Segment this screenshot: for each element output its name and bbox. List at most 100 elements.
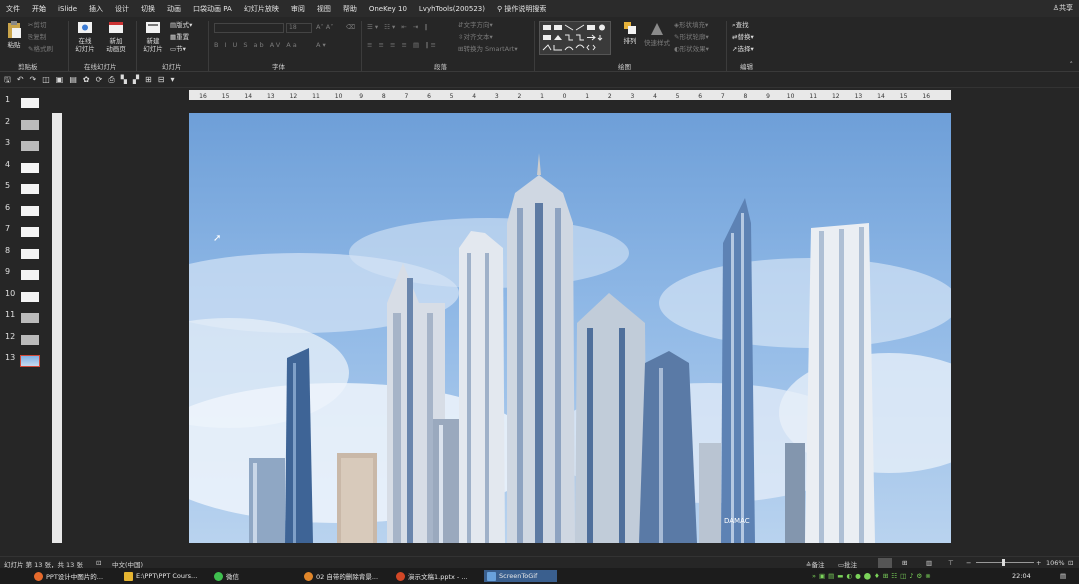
taskbar-item-wechat[interactable]: 微信 <box>214 570 239 582</box>
qat-tool-icon[interactable]: ✿ <box>83 75 96 84</box>
taskbar-item-firefox[interactable]: PPT设计中图片的... <box>34 570 103 582</box>
quick-styles-button[interactable]: 快速样式 <box>644 21 670 47</box>
menu-animations[interactable]: 动画 <box>161 4 187 14</box>
slide-thumbnail[interactable]: 8 <box>3 244 48 264</box>
find-button[interactable]: ⌕查找 <box>732 21 749 29</box>
notification-icon[interactable]: ▤ <box>1060 570 1066 582</box>
menu-home[interactable]: 开始 <box>26 4 52 14</box>
slide-thumbnail[interactable]: 10 <box>3 287 48 307</box>
taskbar-item-powerpoint[interactable]: 演示文稿1.pptx - ... <box>396 570 468 582</box>
slide-thumbnail[interactable]: 13 <box>3 351 48 371</box>
menu-design[interactable]: 设计 <box>109 4 135 14</box>
shape-fill-button[interactable]: ◈形状填充▾ <box>674 21 708 29</box>
slide-thumbnail[interactable]: 6 <box>3 201 48 221</box>
new-slide-button[interactable]: 新建 幻灯片 <box>142 21 164 53</box>
qat-tool-icon[interactable]: ▚ <box>121 75 133 84</box>
replace-button[interactable]: ⇄替换▾ <box>732 33 754 41</box>
select-button[interactable]: ➚选择▾ <box>732 45 754 53</box>
slide-thumbnail[interactable]: 4 <box>3 158 48 178</box>
qat-tool-icon[interactable]: ▤ <box>69 75 83 84</box>
slide-thumbnail[interactable]: 12 <box>3 330 48 350</box>
menu-view[interactable]: 视图 <box>311 4 337 14</box>
redo-icon[interactable]: ↷ <box>30 75 43 84</box>
qat-tool-icon[interactable]: ▞ <box>133 75 145 84</box>
slide-thumbnail[interactable]: 5 <box>3 179 48 199</box>
taskbar-item-explorer[interactable]: E:\PPT\PPT Cours... <box>124 570 197 582</box>
qat-tool-icon[interactable]: ▣ <box>56 75 70 84</box>
taskbar-item-photo[interactable]: 02 自带的删除背景... <box>304 570 378 582</box>
building <box>507 153 575 543</box>
online-slides-button[interactable]: 在线 幻灯片 <box>74 21 96 53</box>
zoom-slider-thumb[interactable] <box>1002 559 1005 566</box>
qat-more-icon[interactable]: ▾ <box>170 75 180 84</box>
status-bar: 幻灯片 第 13 张，共 13 张 ⊡ 中文(中国) ≙备注 ▭批注 ⊞ ▥ ⊤… <box>0 556 1079 569</box>
reset-button[interactable]: ▦重置 <box>170 33 189 41</box>
shape-effects-button[interactable]: ◐形状效果▾ <box>674 45 709 53</box>
menu-help[interactable]: 帮助 <box>337 4 363 14</box>
slide-thumbnail[interactable]: 3 <box>3 136 48 156</box>
reading-view-icon[interactable]: ▥ <box>926 559 932 567</box>
shape-outline-button[interactable]: ✎形状轮廓▾ <box>674 33 709 41</box>
menu-onekey[interactable]: OneKey 10 <box>363 5 413 13</box>
share-button[interactable]: ♙共享 <box>1053 3 1073 13</box>
qat-tool-icon[interactable]: ⎙ <box>108 75 120 84</box>
text-direction-button[interactable]: ⇵文字方向▾ <box>458 21 493 29</box>
qat-tool-icon[interactable]: ⊞ <box>145 75 158 84</box>
taskbar-item-screentogif[interactable]: ScreenToGif <box>484 570 558 582</box>
qat-buttons[interactable]: 🖫↶↷◫▣▤✿⟳⎙▚▞⊞⊟▾ <box>4 76 180 84</box>
shape-gallery[interactable] <box>539 21 611 55</box>
qat-tool-icon[interactable]: ◫ <box>42 75 56 84</box>
smartart-button[interactable]: ⊞转换为 SmartArt▾ <box>458 45 518 53</box>
clock[interactable]: 22:04 <box>1012 570 1031 582</box>
undo-icon[interactable]: ↶ <box>17 75 30 84</box>
collapse-ribbon-icon[interactable]: ˄ <box>1070 61 1074 69</box>
menu-file[interactable]: 文件 <box>0 4 26 14</box>
zoom-out-button[interactable]: − <box>966 559 971 567</box>
accessibility-icon[interactable]: ⊡ <box>96 559 101 567</box>
fit-slide-icon[interactable]: ⊡ <box>1068 559 1073 567</box>
align-buttons[interactable]: ≡ ≡ ≡ ≡ ▤ ‖≡ <box>367 41 438 49</box>
menu-slideshow[interactable]: 幻灯片放映 <box>238 4 285 14</box>
list-buttons[interactable]: ☰▾ ☷▾ ⇤ ⇥ ‖ <box>367 23 430 31</box>
font-name-box[interactable] <box>214 23 284 33</box>
slide-thumbnail[interactable]: 9 <box>3 265 48 285</box>
tell-me-search[interactable]: ⚲ 操作说明搜索 <box>491 4 552 14</box>
save-icon[interactable]: 🖫 <box>4 75 17 84</box>
align-text-button[interactable]: ⇳对齐文本▾ <box>458 33 493 41</box>
qat-tool-icon[interactable]: ⊟ <box>158 75 171 84</box>
copy-button[interactable]: ⎘复制 <box>28 33 46 41</box>
section-button[interactable]: ▭节▾ <box>170 45 186 53</box>
slideshow-icon[interactable]: ⊤ <box>948 559 954 567</box>
paste-button[interactable]: 粘贴 <box>6 21 22 49</box>
slide-canvas[interactable]: DAMAC ➚ <box>189 113 951 543</box>
layout-button[interactable]: ▤版式▾ <box>170 21 192 29</box>
menu-pocket-animation[interactable]: 口袋动画 PA <box>187 4 238 14</box>
slide-thumbnail[interactable]: 7 <box>3 222 48 242</box>
slide-thumbnail[interactable]: 2 <box>3 115 48 135</box>
divider <box>68 21 69 71</box>
zoom-level[interactable]: 106% <box>1046 559 1065 567</box>
font-color-icon[interactable]: A ▾ <box>316 41 326 49</box>
zoom-in-button[interactable]: + <box>1036 559 1041 567</box>
menu-islide[interactable]: iSlide <box>52 5 83 13</box>
menu-transitions[interactable]: 切换 <box>135 4 161 14</box>
slide-sorter-icon[interactable]: ⊞ <box>902 559 907 567</box>
grow-font-icon[interactable]: A˄ A˅ <box>316 23 333 31</box>
slide-thumbnail[interactable]: 11 <box>3 308 48 328</box>
new-anim-page-button[interactable]: 新加 动画页 <box>104 21 128 53</box>
clear-format-icon[interactable]: ⌫ <box>346 23 355 31</box>
format-painter-button[interactable]: ✎格式刷 <box>28 45 53 53</box>
cut-button[interactable]: ✂剪切 <box>28 21 46 29</box>
menu-review[interactable]: 审阅 <box>285 4 311 14</box>
slide-thumbnail[interactable]: 1 <box>3 93 48 113</box>
arrange-button[interactable]: 排列 <box>620 21 640 45</box>
font-size-box[interactable]: 18 <box>286 23 312 33</box>
qat-tool-icon[interactable]: ⟳ <box>96 75 109 84</box>
font-style-buttons[interactable]: B I U S ab AV Aa <box>214 41 299 49</box>
menu-lvyhtools[interactable]: LvyhTools(200523) <box>413 5 491 13</box>
slide-preview <box>21 270 39 280</box>
normal-view-icon[interactable] <box>878 558 892 568</box>
zoom-slider[interactable] <box>976 562 1034 563</box>
menu-insert[interactable]: 插入 <box>83 4 109 14</box>
system-tray[interactable]: »▣▤▬◐●⬤♦⊞☷◫♪⚙⊗ <box>812 570 934 582</box>
